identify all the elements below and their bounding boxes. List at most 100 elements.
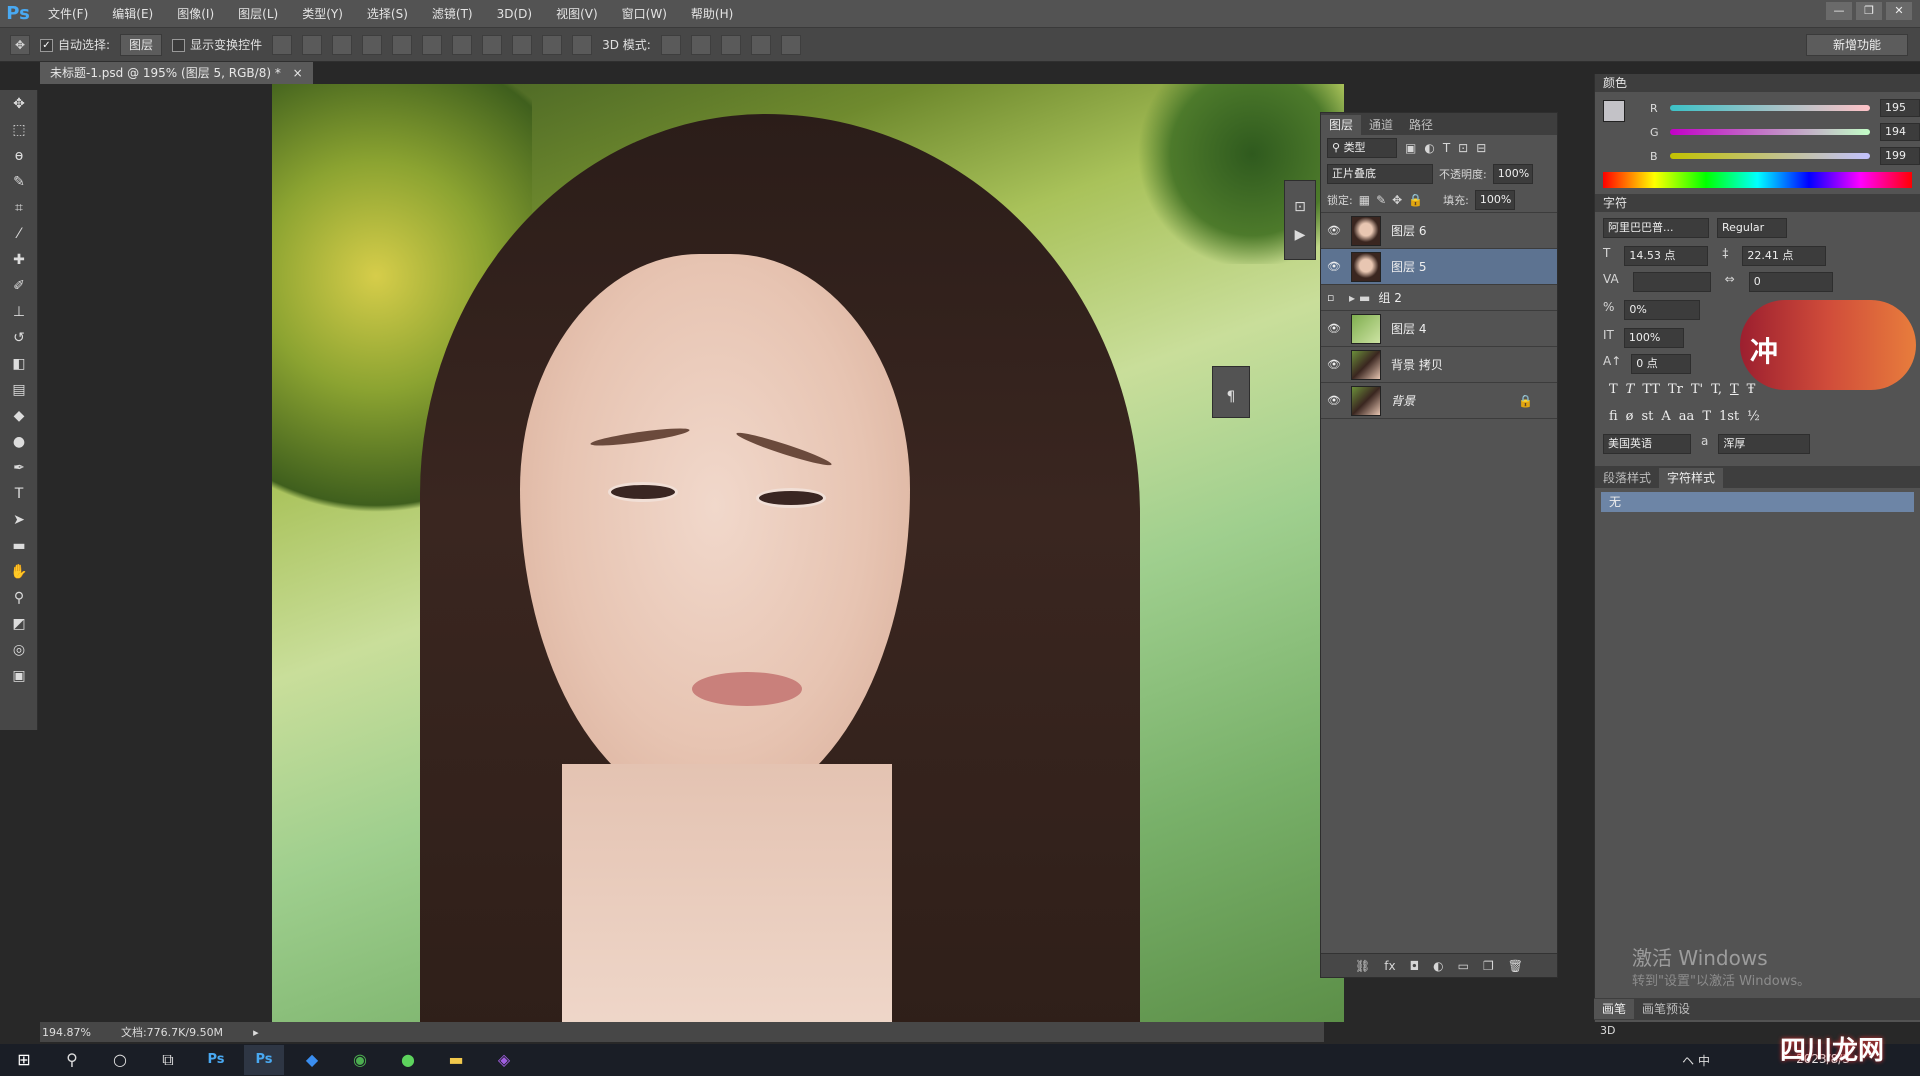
- browser-icon[interactable]: ◉: [340, 1045, 380, 1075]
- tab-character-styles[interactable]: 字符样式: [1659, 468, 1724, 488]
- titling-alt-button[interactable]: T: [1702, 409, 1711, 424]
- menu-file[interactable]: 文件(F): [36, 5, 100, 22]
- distribute-bottom-icon[interactable]: [512, 34, 533, 55]
- underline-button[interactable]: T: [1730, 382, 1739, 397]
- b-value[interactable]: 199: [1880, 147, 1920, 165]
- visibility-eye-icon[interactable]: 👁: [1327, 394, 1345, 407]
- zoom-level[interactable]: 194.87%: [42, 1026, 91, 1039]
- lock-pixels-icon[interactable]: ✎: [1376, 193, 1386, 207]
- align-bottom-icon[interactable]: [332, 34, 353, 55]
- ligatures-button[interactable]: fi: [1609, 409, 1618, 424]
- wechat-icon[interactable]: ●: [388, 1045, 428, 1075]
- all-caps-button[interactable]: TT: [1642, 382, 1660, 397]
- faux-bold-button[interactable]: T: [1609, 382, 1618, 397]
- eyedropper-tool-icon[interactable]: ⁄: [6, 222, 32, 246]
- blend-mode-dropdown[interactable]: 正片叠底: [1327, 164, 1433, 184]
- tab-layers[interactable]: 图层: [1321, 115, 1362, 135]
- workspace-dropdown[interactable]: 新增功能: [1806, 34, 1908, 56]
- history-brush-tool-icon[interactable]: ↺: [6, 326, 32, 350]
- task-view-icon[interactable]: ⧉: [148, 1045, 188, 1075]
- filter-type-icon[interactable]: T: [1443, 141, 1450, 155]
- clone-stamp-tool-icon[interactable]: ⊥: [6, 300, 32, 324]
- fractions-button[interactable]: ½: [1747, 409, 1760, 424]
- marquee-tool-icon[interactable]: ⬚: [6, 118, 32, 142]
- antialias-dropdown[interactable]: 浑厚: [1718, 434, 1811, 454]
- strikethrough-button[interactable]: Ŧ: [1747, 382, 1756, 397]
- search-icon[interactable]: ⚲: [52, 1045, 92, 1075]
- cortana-icon[interactable]: ○: [100, 1045, 140, 1075]
- screen-mode-icon[interactable]: ▣: [6, 664, 32, 688]
- lock-transparent-icon[interactable]: ▦: [1359, 193, 1370, 207]
- link-layers-icon[interactable]: ⛓: [1355, 959, 1370, 973]
- color-spectrum[interactable]: [1603, 172, 1912, 188]
- paragraph-icon[interactable]: ¶: [1218, 385, 1244, 409]
- layer-style-icon[interactable]: fx: [1384, 959, 1395, 973]
- lock-position-icon[interactable]: ✥: [1392, 193, 1402, 207]
- slide-3d-icon[interactable]: [750, 34, 771, 55]
- slider-track[interactable]: [1670, 105, 1870, 111]
- crop-tool-icon[interactable]: ⌗: [6, 196, 32, 220]
- quick-mask-icon[interactable]: ◎: [6, 638, 32, 662]
- distribute-top-icon[interactable]: [452, 34, 473, 55]
- layer-row-background[interactable]: 👁 背景 🔒: [1321, 383, 1557, 419]
- slider-b[interactable]: B 199: [1642, 144, 1920, 168]
- slider-g[interactable]: G 194: [1642, 120, 1920, 144]
- move-tool-icon[interactable]: ✥: [6, 92, 32, 116]
- menu-3d[interactable]: 3D(D): [485, 7, 544, 21]
- vertical-scale-field[interactable]: 100%: [1623, 328, 1684, 348]
- system-tray[interactable]: ヘ 中: [1682, 1052, 1710, 1069]
- layer-row[interactable]: 👁 背景 拷贝: [1321, 347, 1557, 383]
- menu-layer[interactable]: 图层(L): [226, 5, 290, 22]
- stylistic-alt-button[interactable]: aa: [1679, 409, 1695, 424]
- path-select-tool-icon[interactable]: ➤: [6, 508, 32, 532]
- color-swatches-icon[interactable]: ◩: [6, 612, 32, 636]
- kerning-field[interactable]: [1632, 272, 1711, 292]
- adjustment-layer-icon[interactable]: ◐: [1433, 959, 1443, 973]
- layer-row[interactable]: 👁 图层 4: [1321, 311, 1557, 347]
- filter-pixel-icon[interactable]: ▣: [1405, 141, 1416, 155]
- photoshop-taskbar-icon[interactable]: Ps: [196, 1045, 236, 1075]
- visibility-eye-icon[interactable]: 👁: [1327, 260, 1345, 273]
- roll-3d-icon[interactable]: [690, 34, 711, 55]
- r-value[interactable]: 195: [1880, 99, 1920, 117]
- layer-row-selected[interactable]: 👁 图层 5: [1321, 249, 1557, 285]
- delete-layer-icon[interactable]: 🗑: [1508, 959, 1523, 973]
- document-canvas-image[interactable]: [272, 84, 1344, 1022]
- menu-select[interactable]: 选择(S): [355, 5, 420, 22]
- tsume-field[interactable]: 0%: [1624, 300, 1701, 320]
- visibility-off-icon[interactable]: ▫: [1327, 291, 1345, 304]
- menu-type[interactable]: 类型(Y): [290, 5, 355, 22]
- visibility-eye-icon[interactable]: 👁: [1327, 358, 1345, 371]
- fg-bg-swatch[interactable]: [1603, 100, 1635, 134]
- tab-channels[interactable]: 通道: [1361, 115, 1401, 135]
- distribute-right-icon[interactable]: [572, 34, 593, 55]
- baseline-field[interactable]: 0 点: [1631, 354, 1692, 374]
- filter-shape-icon[interactable]: ⊡: [1458, 141, 1468, 155]
- align-middle-icon[interactable]: [302, 34, 323, 55]
- style-none-item[interactable]: 无: [1601, 492, 1914, 512]
- scale-3d-icon[interactable]: [780, 34, 801, 55]
- align-right-icon[interactable]: [422, 34, 443, 55]
- filter-smart-icon[interactable]: ⊟: [1476, 141, 1486, 155]
- minimize-button[interactable]: —: [1826, 2, 1852, 20]
- visibility-eye-icon[interactable]: 👁: [1327, 322, 1345, 335]
- filter-adjust-icon[interactable]: ◐: [1424, 141, 1434, 155]
- gradient-tool-icon[interactable]: ▤: [6, 378, 32, 402]
- type-tool-icon[interactable]: T: [6, 482, 32, 506]
- faux-italic-button[interactable]: T: [1626, 382, 1635, 397]
- close-button[interactable]: ✕: [1886, 2, 1912, 20]
- distribute-middle-icon[interactable]: [482, 34, 503, 55]
- tab-brush-presets[interactable]: 画笔预设: [1634, 999, 1698, 1019]
- move-tool-icon[interactable]: ✥: [10, 34, 30, 55]
- leading-field[interactable]: 22.41 点: [1742, 246, 1827, 266]
- lasso-tool-icon[interactable]: ɵ: [6, 144, 32, 168]
- blur-tool-icon[interactable]: ◆: [6, 404, 32, 428]
- windows-start-icon[interactable]: ⊞: [4, 1045, 44, 1075]
- file-explorer-icon[interactable]: ▬: [436, 1045, 476, 1075]
- menu-view[interactable]: 视图(V): [544, 5, 610, 22]
- close-tab-icon[interactable]: ×: [293, 66, 303, 80]
- menu-help[interactable]: 帮助(H): [679, 5, 745, 22]
- menu-filter[interactable]: 滤镜(T): [420, 5, 485, 22]
- font-style-dropdown[interactable]: Regular: [1717, 218, 1787, 238]
- distribute-left-icon[interactable]: [542, 34, 563, 55]
